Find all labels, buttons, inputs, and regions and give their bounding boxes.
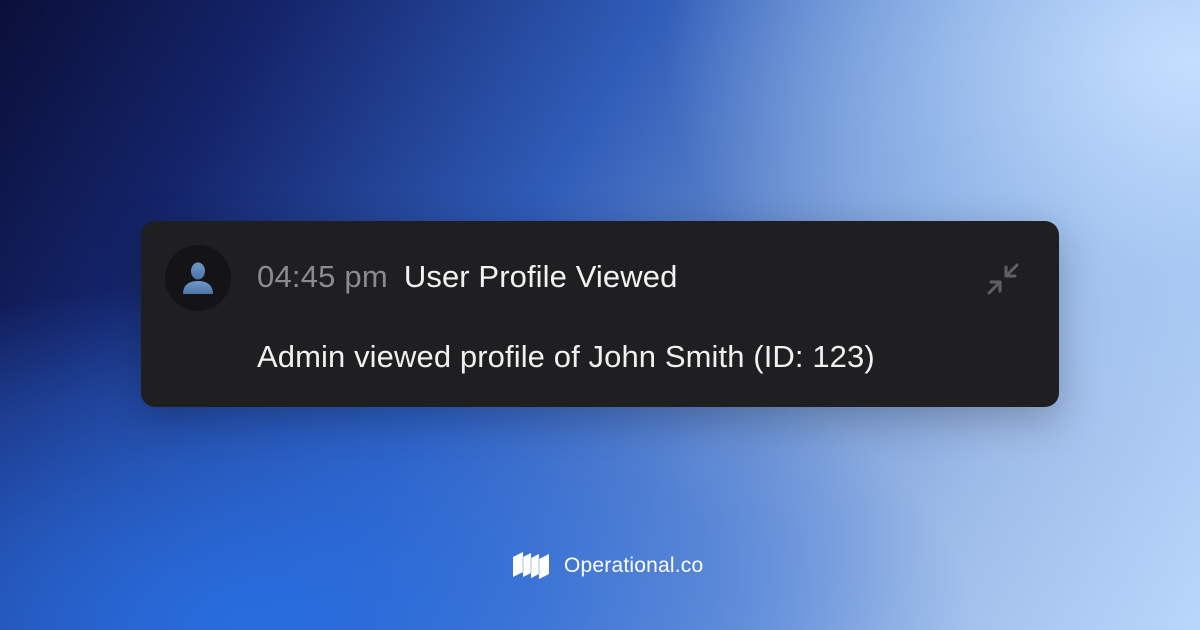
collapse-arrows-icon: [987, 263, 1019, 295]
event-title: User Profile Viewed: [403, 259, 678, 294]
brand: Operational.co: [512, 548, 703, 584]
collapse-button[interactable]: [983, 259, 1023, 299]
event-time: 04:45 pm: [257, 259, 388, 294]
event-header: 04:45 pm User Profile Viewed: [257, 259, 677, 295]
avatar: [165, 245, 231, 311]
brand-name: Operational.co: [564, 554, 704, 577]
operational-logo-icon: [513, 552, 549, 579]
user-silhouette-icon: [183, 262, 213, 294]
event-card: 04:45 pm User Profile Viewed Admin viewe…: [141, 221, 1059, 407]
event-description: Admin viewed profile of John Smith (ID: …: [257, 339, 875, 374]
